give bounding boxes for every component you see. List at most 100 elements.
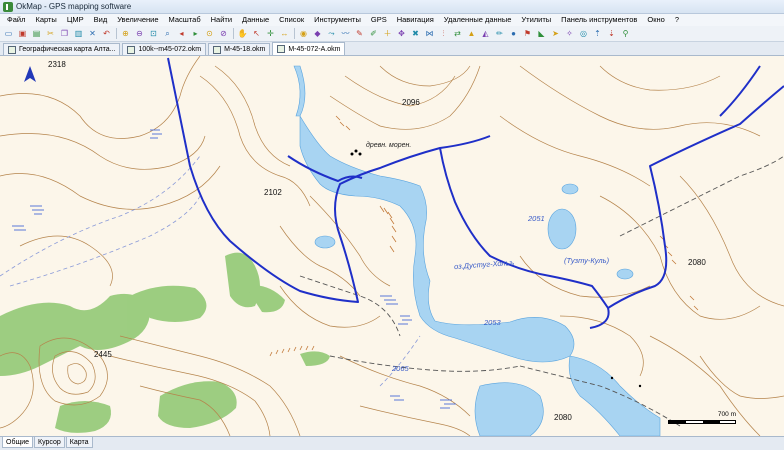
document-tab[interactable]: M-45-18.okm [208, 43, 271, 55]
gps-live-icon[interactable]: ⚲ [620, 28, 631, 39]
zoom-window-icon[interactable]: ⌕ [162, 28, 173, 39]
document-tab-label: 100k--m45-072.okm [138, 46, 202, 53]
menu-item[interactable]: ? [670, 14, 684, 26]
menu-item[interactable]: Окно [642, 14, 669, 26]
edit-route-icon[interactable]: ✎ [354, 28, 365, 39]
scale-bar: 700 m [668, 411, 736, 424]
document-tab[interactable]: Географическая карта Алта... [3, 43, 121, 55]
elevation-label: 2318 [48, 60, 66, 69]
reverse-icon[interactable]: ⇄ [452, 28, 463, 39]
menu-item[interactable]: Файл [2, 14, 30, 26]
altitude-icon[interactable]: ▲ [466, 28, 477, 39]
menu-item[interactable]: Масштаб [164, 14, 206, 26]
title-bar: OkMap - GPS mapping software [0, 0, 784, 14]
scale-label: 700 m [717, 411, 736, 418]
cut-icon[interactable]: ✂ [45, 28, 56, 39]
measure-icon[interactable]: ↔ [279, 28, 290, 39]
marker-icon[interactable]: ● [508, 28, 519, 39]
crosshair-icon[interactable]: ✛ [265, 28, 276, 39]
waypoint-icon[interactable]: ◆ [312, 28, 323, 39]
bookmark-icon[interactable]: ◣ [536, 28, 547, 39]
select-arrow-icon[interactable]: ↖ [251, 28, 262, 39]
open-icon[interactable]: ▭ [3, 28, 14, 39]
add-point-icon[interactable]: ＋ [382, 28, 393, 39]
delete-point-icon[interactable]: ✖ [410, 28, 421, 39]
document-tab[interactable]: 100k--m45-072.okm [122, 43, 207, 55]
menu-bar: Файл Карты ЦМР Вид Увеличение Масштаб Найти Дан… [0, 14, 784, 26]
compass-icon[interactable]: ✧ [564, 28, 575, 39]
scale-bar-graphic [668, 420, 736, 424]
gps-icon[interactable]: ◉ [298, 28, 309, 39]
window-title: OkMap - GPS mapping software [16, 2, 132, 11]
zoom-next-icon[interactable]: ▸ [190, 28, 201, 39]
menu-item[interactable]: Данные [237, 14, 274, 26]
copy-icon[interactable]: ❐ [59, 28, 70, 39]
topographic-map[interactable] [0, 56, 784, 436]
map-file-icon [8, 45, 16, 54]
menu-item[interactable]: Вид [89, 14, 113, 26]
move-point-icon[interactable]: ✥ [396, 28, 407, 39]
toolbar-separator [233, 28, 234, 39]
panel-tab[interactable]: Общие [2, 437, 34, 448]
elevation-label: 2053 [484, 318, 501, 327]
flag-icon[interactable]: ⚑ [522, 28, 533, 39]
edit-track-icon[interactable]: ✐ [368, 28, 379, 39]
profile-icon[interactable]: ◭ [480, 28, 491, 39]
okmap-app-icon [3, 1, 13, 12]
elevation-label: 2102 [264, 188, 282, 197]
navigate-icon[interactable]: ➤ [550, 28, 561, 39]
split-icon[interactable]: ⫶ [438, 28, 449, 39]
delete-icon[interactable]: ✕ [87, 28, 98, 39]
menu-item[interactable]: Навигация [392, 14, 439, 26]
print-icon[interactable]: ▤ [31, 28, 42, 39]
document-tab-label: Географическая карта Алта... [19, 46, 116, 53]
menu-item[interactable]: Инструменты [309, 14, 366, 26]
route-icon[interactable]: ⤳ [326, 28, 337, 39]
menu-item[interactable]: GPS [366, 14, 392, 26]
water-bodies [293, 65, 661, 436]
panel-tab[interactable]: Курсор [34, 437, 65, 448]
zoom-out-icon[interactable]: ⊖ [134, 28, 145, 39]
map-canvas[interactable]: 2318 2096 2102 2051 2080 2445 2053 2065 … [0, 56, 784, 436]
elevation-label: 2051 [528, 214, 545, 223]
menu-item[interactable]: Карты [30, 14, 61, 26]
elevation-label: 2445 [94, 350, 112, 359]
map-file-icon [277, 45, 286, 53]
map-file-icon [213, 45, 222, 54]
undo-icon[interactable]: ↶ [101, 28, 112, 39]
document-tab[interactable]: M-45-072-A.okm [272, 42, 346, 55]
toolbar-separator [116, 28, 117, 39]
map-file-icon [127, 45, 136, 54]
paste-icon[interactable]: ▥ [73, 28, 84, 39]
target-icon[interactable]: ◎ [578, 28, 589, 39]
menu-item[interactable]: ЦМР [62, 14, 89, 26]
toolbar: ▭ ▣ ▤ ✂ ❐ ▥ ✕ ↶ ⊕ ⊖ ⊡ ⌕ ◂ ▸ ⊙ ⊘ ✋ ↖ ✛ ↔ ◉ ◆ ⤳ 〰 ✎ ✐ ＋ ✥ ✖ ⋈ ⫶ ⇄ ▲ ◭ ✏ ● ⚑ ◣ ➤ ✧… [0, 26, 784, 42]
moraine-label: древн. морен. [366, 142, 412, 149]
zoom-level-icon[interactable]: ⊙ [204, 28, 215, 39]
elevation-label: 2080 [688, 258, 706, 267]
pencil-icon[interactable]: ✏ [494, 28, 505, 39]
track-icon[interactable]: 〰 [340, 28, 351, 39]
menu-item[interactable]: Найти [206, 14, 237, 26]
zoom-in-icon[interactable]: ⊕ [120, 28, 131, 39]
elevation-label: 2065 [392, 364, 409, 373]
join-icon[interactable]: ⋈ [424, 28, 435, 39]
elevation-label: 2096 [402, 98, 420, 107]
save-icon[interactable]: ▣ [17, 28, 28, 39]
menu-item[interactable]: Увеличение [112, 14, 163, 26]
gps-send-icon[interactable]: ⇡ [592, 28, 603, 39]
status-bar: Общие Курсор Карта [0, 436, 784, 450]
zoom-prev-icon[interactable]: ◂ [176, 28, 187, 39]
elevation-label: 2080 [554, 413, 572, 422]
panel-tab[interactable]: Карта [65, 437, 93, 448]
menu-item[interactable]: Удаленные данные [439, 14, 517, 26]
zoom-reset-icon[interactable]: ⊘ [218, 28, 229, 39]
document-tab-bar: Географическая карта Алта... 100k--m45-07… [0, 42, 784, 56]
menu-item[interactable]: Панель инструментов [556, 14, 642, 26]
zoom-fit-icon[interactable]: ⊡ [148, 28, 159, 39]
pan-hand-icon[interactable]: ✋ [237, 28, 248, 39]
lake-alt-name-label: (Тузту-Куль) [564, 256, 610, 265]
menu-item[interactable]: Список [274, 14, 309, 26]
menu-item[interactable]: Утилиты [516, 14, 556, 26]
gps-receive-icon[interactable]: ⇣ [606, 28, 617, 39]
